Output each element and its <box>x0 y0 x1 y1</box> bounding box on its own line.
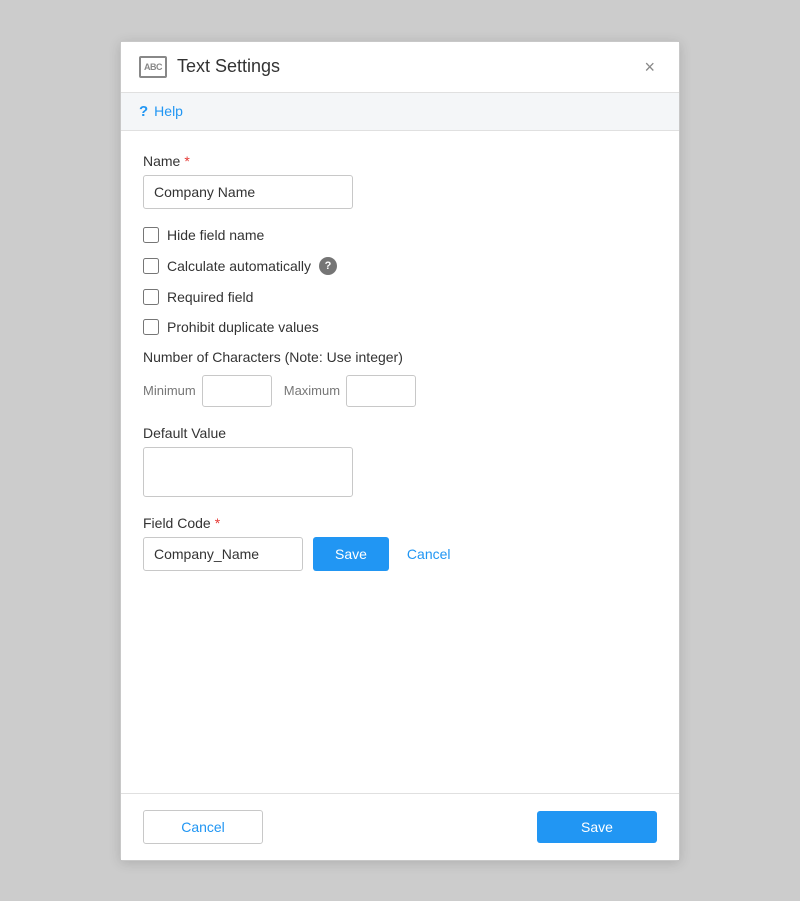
hide-field-name-label: Hide field name <box>167 227 264 243</box>
field-code-input[interactable] <box>143 537 303 571</box>
footer-save-button[interactable]: Save <box>537 811 657 843</box>
field-code-cancel-button[interactable]: Cancel <box>399 537 459 571</box>
name-label: Name * <box>143 153 657 169</box>
field-code-save-button[interactable]: Save <box>313 537 389 571</box>
name-field-group: Name * <box>143 153 657 209</box>
required-field-row: Required field <box>143 289 657 305</box>
help-question-mark: ? <box>139 103 148 120</box>
dialog-body: Name * Hide field name Calculate automat… <box>121 131 679 793</box>
hide-field-name-row: Hide field name <box>143 227 657 243</box>
prohibit-duplicate-checkbox[interactable] <box>143 319 159 335</box>
required-field-label: Required field <box>167 289 253 305</box>
footer-cancel-button[interactable]: Cancel <box>143 810 263 844</box>
field-code-group: Field Code * Save Cancel <box>143 515 657 571</box>
close-button[interactable]: × <box>638 56 661 78</box>
num-characters-label: Number of Characters (Note: Use integer) <box>143 349 657 365</box>
num-characters-group: Number of Characters (Note: Use integer)… <box>143 349 657 407</box>
title-row: ABC Text Settings <box>139 56 280 78</box>
maximum-input[interactable] <box>346 375 416 407</box>
calculate-automatically-label: Calculate automatically <box>167 258 311 274</box>
name-required-star: * <box>184 153 189 169</box>
default-value-label: Default Value <box>143 425 657 441</box>
minimum-label: Minimum <box>143 383 196 398</box>
help-bar: ? Help <box>121 93 679 131</box>
maximum-label: Maximum <box>284 383 340 398</box>
field-code-label: Field Code * <box>143 515 657 531</box>
title-icon: ABC <box>139 56 167 78</box>
name-input[interactable] <box>143 175 353 209</box>
prohibit-duplicate-row: Prohibit duplicate values <box>143 319 657 335</box>
minimum-item: Minimum <box>143 375 272 407</box>
min-max-row: Minimum Maximum <box>143 375 657 407</box>
text-settings-dialog: ABC Text Settings × ? Help Name * Hide f… <box>120 41 680 861</box>
prohibit-duplicate-label: Prohibit duplicate values <box>167 319 319 335</box>
dialog-footer: Cancel Save <box>121 794 679 860</box>
field-code-required-star: * <box>215 515 220 531</box>
calculate-automatically-checkbox[interactable] <box>143 258 159 274</box>
required-field-checkbox[interactable] <box>143 289 159 305</box>
calculate-info-icon[interactable]: ? <box>319 257 337 275</box>
minimum-input[interactable] <box>202 375 272 407</box>
default-value-input[interactable] <box>143 447 353 497</box>
dialog-header: ABC Text Settings × <box>121 42 679 93</box>
default-value-group: Default Value <box>143 425 657 497</box>
field-code-row: Save Cancel <box>143 537 657 571</box>
hide-field-name-checkbox[interactable] <box>143 227 159 243</box>
dialog-title: Text Settings <box>177 56 280 77</box>
help-link[interactable]: Help <box>154 103 183 119</box>
maximum-item: Maximum <box>284 375 416 407</box>
calculate-automatically-row: Calculate automatically ? <box>143 257 657 275</box>
